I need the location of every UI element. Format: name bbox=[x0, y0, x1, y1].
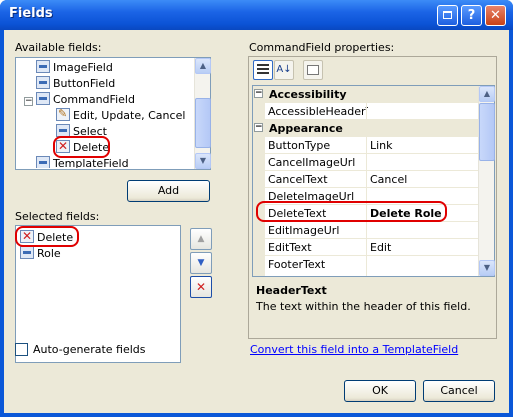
alphabetical-icon[interactable]: A↓ bbox=[274, 60, 294, 80]
arrow-up-icon: ▲ bbox=[197, 234, 205, 244]
close-icon: ✕ bbox=[490, 8, 501, 23]
cancel-button[interactable]: Cancel bbox=[423, 380, 495, 402]
field-icon bbox=[36, 76, 50, 89]
properties-panel: A↓ − Accessibility AccessibleHeaderTe − … bbox=[248, 56, 497, 339]
property-grid-scrollbar[interactable]: ▲ ▼ bbox=[478, 86, 495, 276]
delete-icon: ✕ bbox=[195, 280, 207, 294]
property-value[interactable]: Link bbox=[370, 137, 393, 154]
tree-item-imagefield[interactable]: ImageField bbox=[36, 60, 113, 76]
property-name: CancelImageUrl bbox=[268, 156, 356, 169]
categorized-glyph bbox=[257, 64, 269, 66]
selected-fields-label: Selected fields: bbox=[15, 210, 100, 223]
property-grid[interactable]: − Accessibility AccessibleHeaderTe − App… bbox=[252, 85, 495, 277]
available-fields-label: Available fields: bbox=[15, 41, 102, 54]
tree-item-commandfield[interactable]: − CommandField bbox=[24, 92, 135, 108]
move-up-button[interactable]: ▲ bbox=[190, 228, 212, 250]
dialog-body: Available fields: ImageField ButtonField… bbox=[4, 30, 509, 413]
property-name: FooterText bbox=[268, 258, 326, 271]
property-value[interactable]: Cancel bbox=[370, 171, 407, 188]
convert-template-link[interactable]: Convert this field into a TemplateField bbox=[250, 343, 458, 356]
description-text: The text within the header of this field… bbox=[256, 300, 471, 313]
list-item-label: Role bbox=[37, 247, 61, 260]
scroll-down-icon[interactable]: ▼ bbox=[479, 260, 495, 276]
property-value[interactable]: Edit bbox=[370, 239, 391, 256]
available-fields-scrollbar[interactable]: ▲ ▼ bbox=[194, 58, 211, 169]
restore-button[interactable] bbox=[437, 5, 458, 26]
property-description: HeaderText The text within the header of… bbox=[252, 281, 495, 336]
highlight-selected-delete bbox=[15, 226, 79, 247]
autogenerate-label: Auto-generate fields bbox=[33, 343, 146, 356]
property-name: CancelText bbox=[268, 173, 328, 186]
add-button[interactable]: Add bbox=[127, 180, 210, 202]
column-divider bbox=[366, 103, 367, 276]
scroll-thumb[interactable] bbox=[195, 98, 211, 148]
fields-dialog: Fields ? ✕ Available fields: ImageField … bbox=[0, 0, 513, 417]
collapse-icon[interactable]: − bbox=[24, 97, 33, 106]
scroll-down-icon[interactable]: ▼ bbox=[195, 153, 211, 169]
field-icon bbox=[36, 156, 50, 168]
highlight-available-delete bbox=[53, 136, 110, 158]
add-button-label: Add bbox=[157, 184, 180, 197]
category-accessibility[interactable]: − Accessibility bbox=[253, 86, 478, 103]
properties-label: CommandField properties: bbox=[249, 41, 395, 54]
close-button[interactable]: ✕ bbox=[485, 5, 506, 26]
cancel-button-label: Cancel bbox=[440, 384, 478, 397]
arrow-down-icon: ▼ bbox=[197, 258, 205, 268]
help-button[interactable]: ? bbox=[461, 5, 482, 26]
property-name: ButtonType bbox=[268, 139, 331, 152]
field-icon bbox=[36, 92, 50, 105]
tree-item-edit-update-cancel[interactable]: Edit, Update, Cancel bbox=[56, 106, 186, 124]
alphabetical-glyph: A↓ bbox=[276, 64, 292, 75]
tree-item-label: TemplateField bbox=[53, 157, 129, 169]
title-bar[interactable]: Fields ? ✕ bbox=[0, 0, 513, 30]
property-pages-icon[interactable] bbox=[303, 60, 323, 80]
remove-field-button[interactable]: ✕ bbox=[190, 276, 212, 298]
property-name: EditImageUrl bbox=[268, 224, 340, 237]
help-icon: ? bbox=[467, 8, 476, 23]
description-title: HeaderText bbox=[256, 284, 327, 297]
field-icon bbox=[36, 60, 50, 73]
autogenerate-checkbox[interactable] bbox=[15, 343, 28, 356]
restore-icon bbox=[443, 11, 452, 19]
move-down-button[interactable]: ▼ bbox=[190, 252, 212, 274]
property-name: EditText bbox=[268, 241, 312, 254]
categorized-icon[interactable] bbox=[253, 60, 273, 80]
tree-item-label: ImageField bbox=[53, 61, 113, 74]
highlight-deletetext bbox=[256, 201, 447, 222]
field-icon bbox=[20, 246, 34, 259]
property-name: AccessibleHeaderTe bbox=[268, 105, 368, 118]
list-item-role[interactable]: Role bbox=[20, 246, 61, 262]
category-name: Appearance bbox=[269, 122, 343, 135]
available-fields-tree[interactable]: ImageField ButtonField − CommandField Edi… bbox=[15, 57, 211, 170]
ok-button[interactable]: OK bbox=[344, 380, 416, 402]
scroll-thumb[interactable] bbox=[479, 103, 495, 161]
ok-button-label: OK bbox=[372, 384, 388, 397]
collapse-icon[interactable]: − bbox=[254, 89, 263, 98]
scroll-up-icon[interactable]: ▲ bbox=[195, 58, 211, 74]
scroll-up-icon[interactable]: ▲ bbox=[479, 86, 495, 102]
tree-item-buttonfield[interactable]: ButtonField bbox=[36, 76, 115, 92]
tree-item-label: Edit, Update, Cancel bbox=[73, 109, 186, 122]
property-pages-glyph bbox=[307, 65, 319, 75]
category-name: Accessibility bbox=[269, 88, 347, 101]
collapse-icon[interactable]: − bbox=[254, 123, 263, 132]
edit-icon bbox=[56, 106, 70, 122]
window-title: Fields bbox=[9, 6, 53, 21]
tree-item-label: ButtonField bbox=[53, 77, 116, 90]
tree-item-label: CommandField bbox=[53, 93, 135, 106]
